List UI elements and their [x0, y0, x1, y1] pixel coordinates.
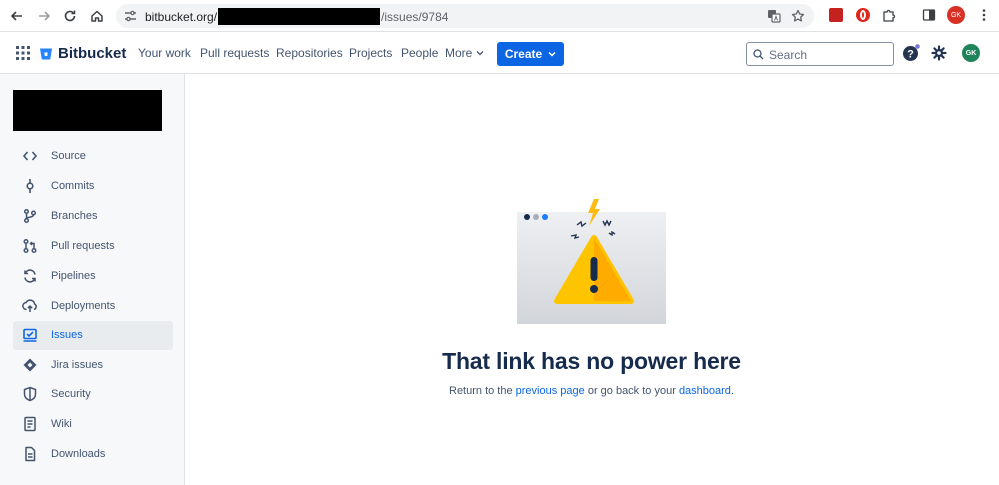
- browser-profile-avatar[interactable]: GK: [947, 6, 965, 24]
- pipelines-icon: [24, 269, 36, 283]
- chevron-down-icon: [476, 51, 484, 56]
- home-button[interactable]: [87, 6, 107, 26]
- app-switcher-icon[interactable]: [16, 46, 30, 60]
- sidebar-item-deployments[interactable]: Deployments: [13, 292, 173, 321]
- wiki-icon: [24, 416, 36, 432]
- commit-icon: [26, 179, 34, 193]
- arrow-right-icon: [39, 11, 51, 21]
- nav-more[interactable]: More: [445, 46, 484, 60]
- sidebar-item-downloads[interactable]: Downloads: [13, 440, 173, 469]
- search-placeholder: Search: [769, 48, 808, 62]
- opera-ring: [860, 10, 866, 20]
- svg-text:?: ?: [907, 49, 914, 61]
- extension-red-icon[interactable]: [829, 8, 843, 22]
- page-title: That link has no power here: [442, 348, 741, 374]
- msg-text: Return to the: [449, 385, 516, 397]
- top-navigation: Bitbucket Your work Pull requests Reposi…: [0, 33, 999, 74]
- chevron-down-icon: [548, 51, 556, 57]
- nav-your-work[interactable]: Your work: [138, 46, 191, 60]
- sidebar-item-label: Commits: [51, 180, 95, 192]
- address-bar[interactable]: bitbucket.org/ /issues/9784: [116, 4, 814, 28]
- sidebar-item-label: Deployments: [51, 300, 116, 312]
- nav-projects[interactable]: Projects: [349, 46, 392, 60]
- shield-icon: [23, 386, 37, 402]
- opera-extension-icon[interactable]: [856, 8, 870, 22]
- extensions-puzzle-icon[interactable]: [882, 8, 896, 22]
- jira-icon: [23, 358, 37, 372]
- forward-button[interactable]: [34, 6, 54, 26]
- search-icon: [753, 49, 764, 60]
- sidebar-item-label: Source: [51, 150, 86, 162]
- logo-text: Bitbucket: [58, 45, 127, 62]
- sidebar-item-pipelines[interactable]: Pipelines: [13, 262, 173, 291]
- sidebar-item-wiki[interactable]: Wiki: [13, 410, 173, 439]
- create-label: Create: [504, 47, 543, 61]
- sidebar-item-label: Branches: [51, 210, 98, 222]
- url-path: /issues/9784: [381, 10, 449, 24]
- sidebar-item-security[interactable]: Security: [13, 380, 173, 409]
- home-icon: [91, 10, 103, 22]
- side-panel-icon[interactable]: [922, 8, 936, 22]
- nav-repositories[interactable]: Repositories: [276, 46, 343, 60]
- nav-pull-requests[interactable]: Pull requests: [200, 46, 269, 60]
- error-message: Return to the previous page or go back t…: [400, 385, 783, 397]
- translate-icon[interactable]: [767, 9, 781, 23]
- bitbucket-logo[interactable]: Bitbucket: [39, 45, 126, 62]
- nav-people[interactable]: People: [401, 46, 438, 60]
- sidebar-item-label: Issues: [51, 329, 83, 341]
- search-input[interactable]: Search: [746, 42, 894, 66]
- downloads-icon: [25, 446, 36, 462]
- url-host: bitbucket.org/: [145, 10, 218, 24]
- nav-more-label: More: [445, 46, 473, 60]
- issues-icon: [23, 328, 37, 342]
- sidebar-item-branches[interactable]: Branches: [13, 202, 173, 231]
- browser-toolbar: bitbucket.org/ /issues/9784 GK: [0, 0, 999, 32]
- sidebar-item-label: Pipelines: [51, 270, 96, 282]
- url-text: bitbucket.org/ /issues/9784: [145, 8, 448, 25]
- sidebar-item-pull-requests[interactable]: Pull requests: [13, 232, 173, 261]
- user-avatar[interactable]: GK: [962, 44, 980, 62]
- arrow-left-icon: [10, 11, 22, 21]
- star-icon[interactable]: [791, 9, 805, 23]
- repository-sidebar: Source Commits Branches Pull requests Pi…: [0, 74, 185, 485]
- sidebar-item-jira-issues[interactable]: Jira issues: [13, 351, 173, 380]
- sidebar-item-label: Pull requests: [51, 240, 115, 252]
- site-settings-icon: [125, 10, 136, 22]
- kebab-menu-icon[interactable]: [977, 8, 991, 22]
- sidebar-item-issues[interactable]: Issues: [13, 321, 173, 350]
- code-icon: [22, 151, 38, 161]
- pull-request-icon: [23, 238, 37, 254]
- redacted-block: [218, 8, 381, 25]
- create-button[interactable]: Create: [497, 42, 564, 66]
- deployments-icon: [22, 299, 37, 312]
- sidebar-item-label: Wiki: [51, 418, 72, 430]
- warning-illustration: [517, 199, 666, 324]
- previous-page-link[interactable]: previous page: [516, 385, 585, 397]
- dashboard-link[interactable]: dashboard: [679, 385, 731, 397]
- help-icon[interactable]: ?: [902, 44, 920, 62]
- bitbucket-logo-icon: [40, 48, 52, 59]
- settings-gear-icon[interactable]: [931, 45, 947, 61]
- sidebar-item-source[interactable]: Source: [13, 142, 173, 171]
- back-button[interactable]: [7, 6, 27, 26]
- msg-text: or go back to your: [584, 385, 679, 397]
- sidebar-item-label: Security: [51, 388, 91, 400]
- reload-button[interactable]: [60, 6, 80, 26]
- reload-icon: [64, 10, 76, 22]
- msg-text: .: [730, 385, 734, 397]
- branch-icon: [23, 208, 37, 224]
- repository-header-redacted: [13, 90, 162, 131]
- sidebar-item-label: Downloads: [51, 448, 106, 460]
- sidebar-item-commits[interactable]: Commits: [13, 172, 173, 201]
- sidebar-item-label: Jira issues: [51, 359, 103, 371]
